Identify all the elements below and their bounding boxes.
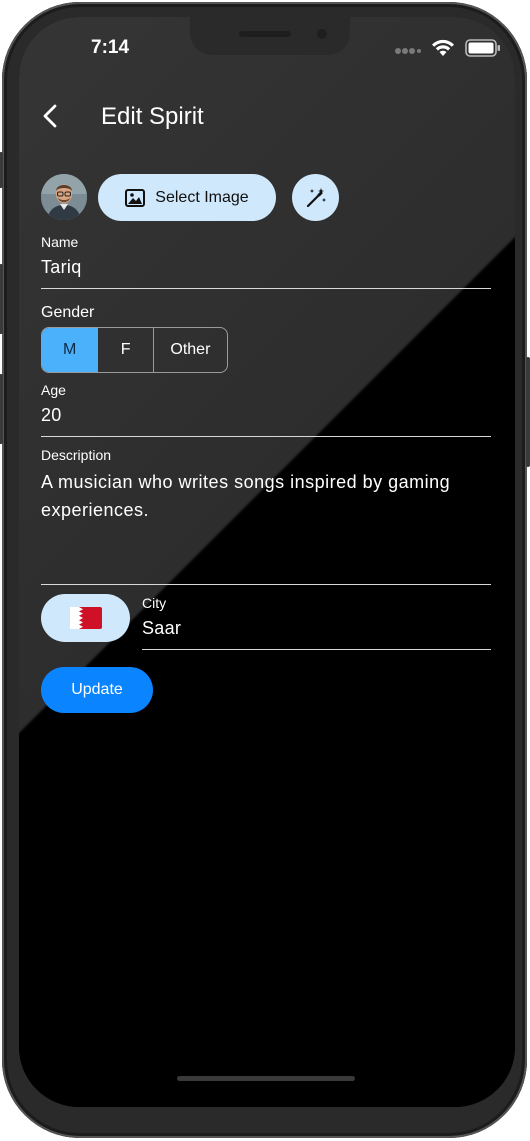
avatar[interactable] [41, 174, 87, 220]
phone-frame: 7:14 Edit Spirit Select Image Name Tariq… [0, 2, 530, 1138]
magic-generate-button[interactable] [292, 174, 339, 221]
wifi-icon [431, 39, 455, 62]
gender-label: Gender [41, 304, 95, 321]
city-label: City [142, 595, 167, 611]
gender-segmented-control: M F Other [41, 327, 228, 373]
city-underline [142, 649, 491, 650]
description-input[interactable]: A musician who writes songs inspired by … [41, 468, 481, 524]
speaker [239, 31, 291, 37]
status-icons [395, 39, 501, 62]
signal-icon [395, 42, 421, 60]
city-input[interactable]: Saar [142, 618, 181, 639]
mute-switch [0, 152, 3, 188]
age-input[interactable]: 20 [41, 405, 62, 426]
back-arrow-icon [43, 104, 57, 128]
volume-up-button [0, 264, 3, 334]
page-title: Edit Spirit [101, 103, 204, 130]
age-underline [41, 436, 491, 437]
bahrain-flag-icon [69, 607, 102, 629]
gender-option-m[interactable]: M [42, 328, 99, 372]
screen: 7:14 Edit Spirit Select Image Name Tariq… [19, 17, 515, 1107]
description-underline [41, 584, 491, 585]
home-indicator[interactable] [177, 1076, 355, 1081]
camera [317, 29, 327, 39]
image-icon [125, 188, 146, 207]
select-image-label: Select Image [155, 188, 249, 206]
back-button[interactable] [39, 101, 63, 131]
country-picker-button[interactable] [41, 594, 130, 642]
magic-wand-icon [306, 187, 326, 207]
select-image-button[interactable]: Select Image [98, 174, 276, 221]
notch [190, 17, 350, 55]
power-button [526, 357, 530, 467]
volume-down-button [0, 374, 3, 444]
description-label: Description [41, 447, 112, 463]
status-time: 7:14 [91, 37, 130, 58]
gender-option-f[interactable]: F [98, 328, 154, 372]
avatar-photo [41, 174, 87, 220]
name-underline [41, 288, 491, 289]
battery-icon [465, 39, 501, 62]
name-input[interactable]: Tariq [41, 257, 82, 278]
name-label: Name [41, 234, 79, 250]
gender-option-other[interactable]: Other [154, 328, 227, 372]
age-label: Age [41, 382, 66, 398]
update-button[interactable]: Update [41, 667, 153, 713]
